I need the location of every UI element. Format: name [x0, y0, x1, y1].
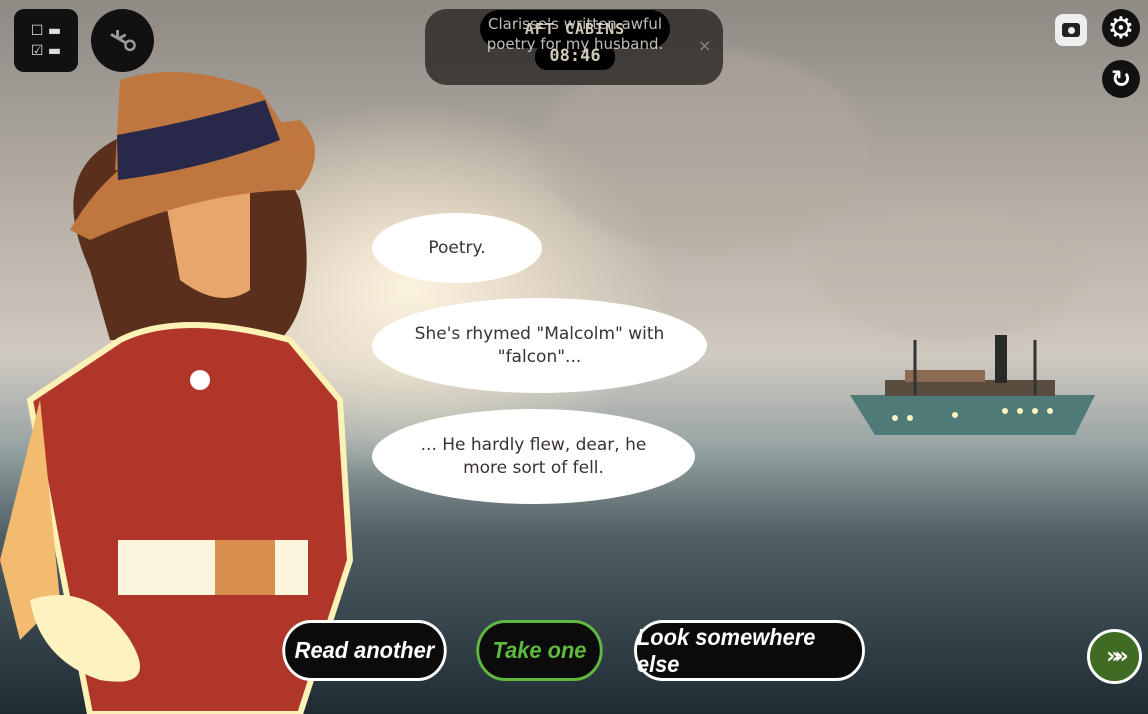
- checklist-icon: ☐ ▬ ☑ ▬: [30, 22, 62, 59]
- dialogue-text: She's rhymed "Malcolm" with "falcon"...: [414, 323, 665, 367]
- notification-text: Clarisse's written awful poetry for my h…: [486, 15, 664, 53]
- cloud: [820, 210, 1080, 340]
- restart-icon: ↻: [1110, 65, 1132, 93]
- dialogue-bubble: ... He hardly flew, dear, he more sort o…: [372, 409, 695, 504]
- dialogue-bubble: She's rhymed "Malcolm" with "falcon"...: [372, 298, 707, 393]
- character-portrait: [0, 72, 354, 714]
- dialogue-text: Poetry.: [428, 237, 486, 258]
- ship: [850, 335, 1095, 435]
- dialogue-bubble: Poetry.: [372, 213, 542, 283]
- restart-button[interactable]: ↻: [1102, 60, 1140, 98]
- settings-button[interactable]: ⚙: [1102, 9, 1140, 47]
- dialogue-text: ... He hardly flew, dear, he more sort o…: [420, 434, 647, 478]
- key-button[interactable]: ⚷: [91, 9, 154, 72]
- close-icon[interactable]: ×: [698, 36, 711, 55]
- gear-icon: ⚙: [1107, 10, 1135, 46]
- checklist-button[interactable]: ☐ ▬ ☑ ▬: [14, 9, 78, 72]
- key-icon: ⚷: [98, 19, 147, 62]
- camera-icon: [1062, 23, 1080, 37]
- choice-look-somewhere-else[interactable]: Look somewhere else: [634, 620, 865, 681]
- choice-take-one[interactable]: Take one: [476, 620, 603, 681]
- fast-forward-icon: »»: [1106, 644, 1129, 669]
- skip-button[interactable]: »»: [1087, 629, 1142, 684]
- choice-read-another[interactable]: Read another: [282, 620, 447, 681]
- camera-button[interactable]: [1055, 14, 1087, 46]
